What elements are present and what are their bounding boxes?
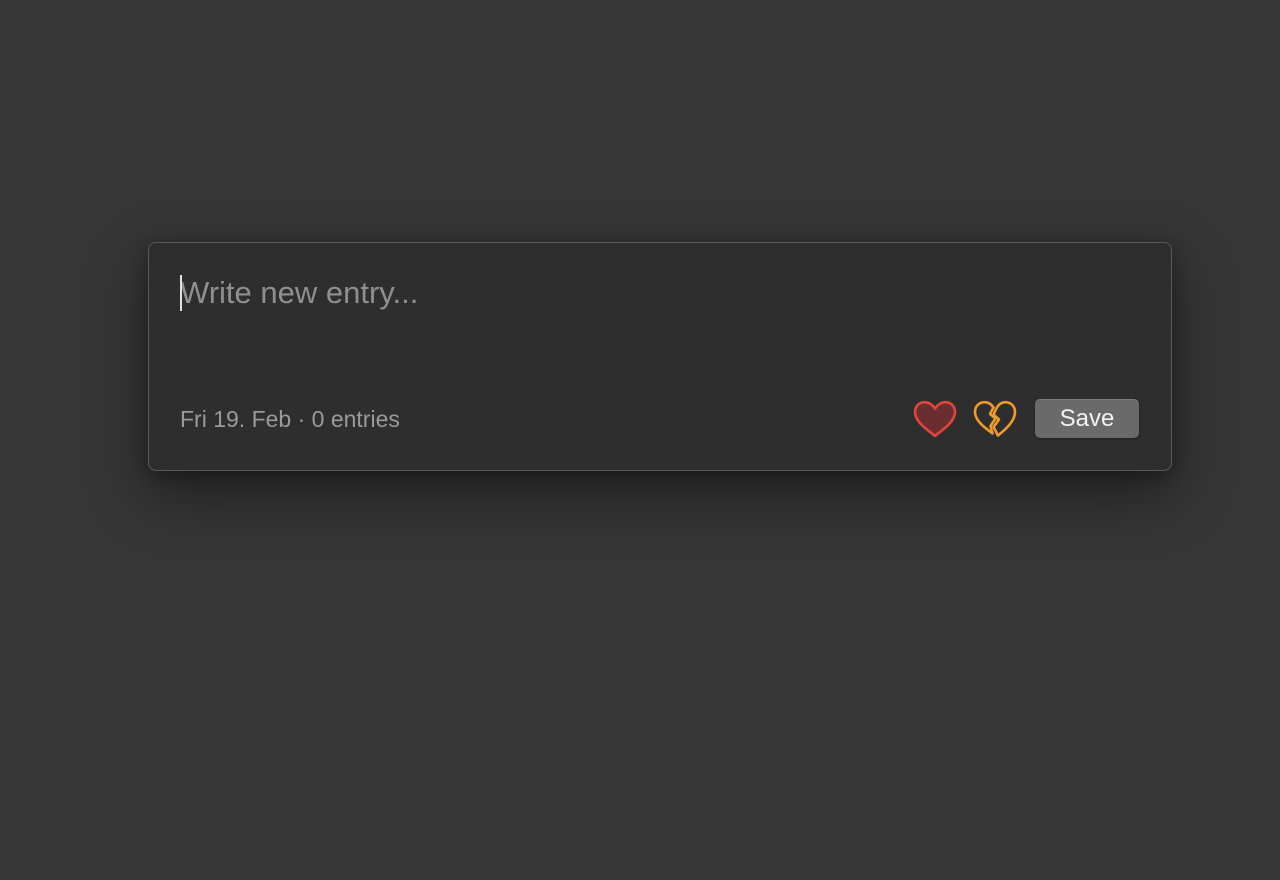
save-button[interactable]: Save bbox=[1035, 399, 1139, 438]
heart-icon bbox=[913, 400, 957, 438]
broken-heart-icon bbox=[973, 400, 1017, 437]
date-entry-count: Fri 19. Feb · 0 entries bbox=[180, 406, 400, 432]
text-caret bbox=[180, 275, 182, 311]
entry-composer: Fri 19. Feb · 0 entries Save bbox=[148, 242, 1172, 471]
broken-heart-button[interactable] bbox=[970, 397, 1020, 441]
entry-input[interactable] bbox=[180, 269, 1130, 317]
love-button[interactable] bbox=[910, 397, 960, 441]
